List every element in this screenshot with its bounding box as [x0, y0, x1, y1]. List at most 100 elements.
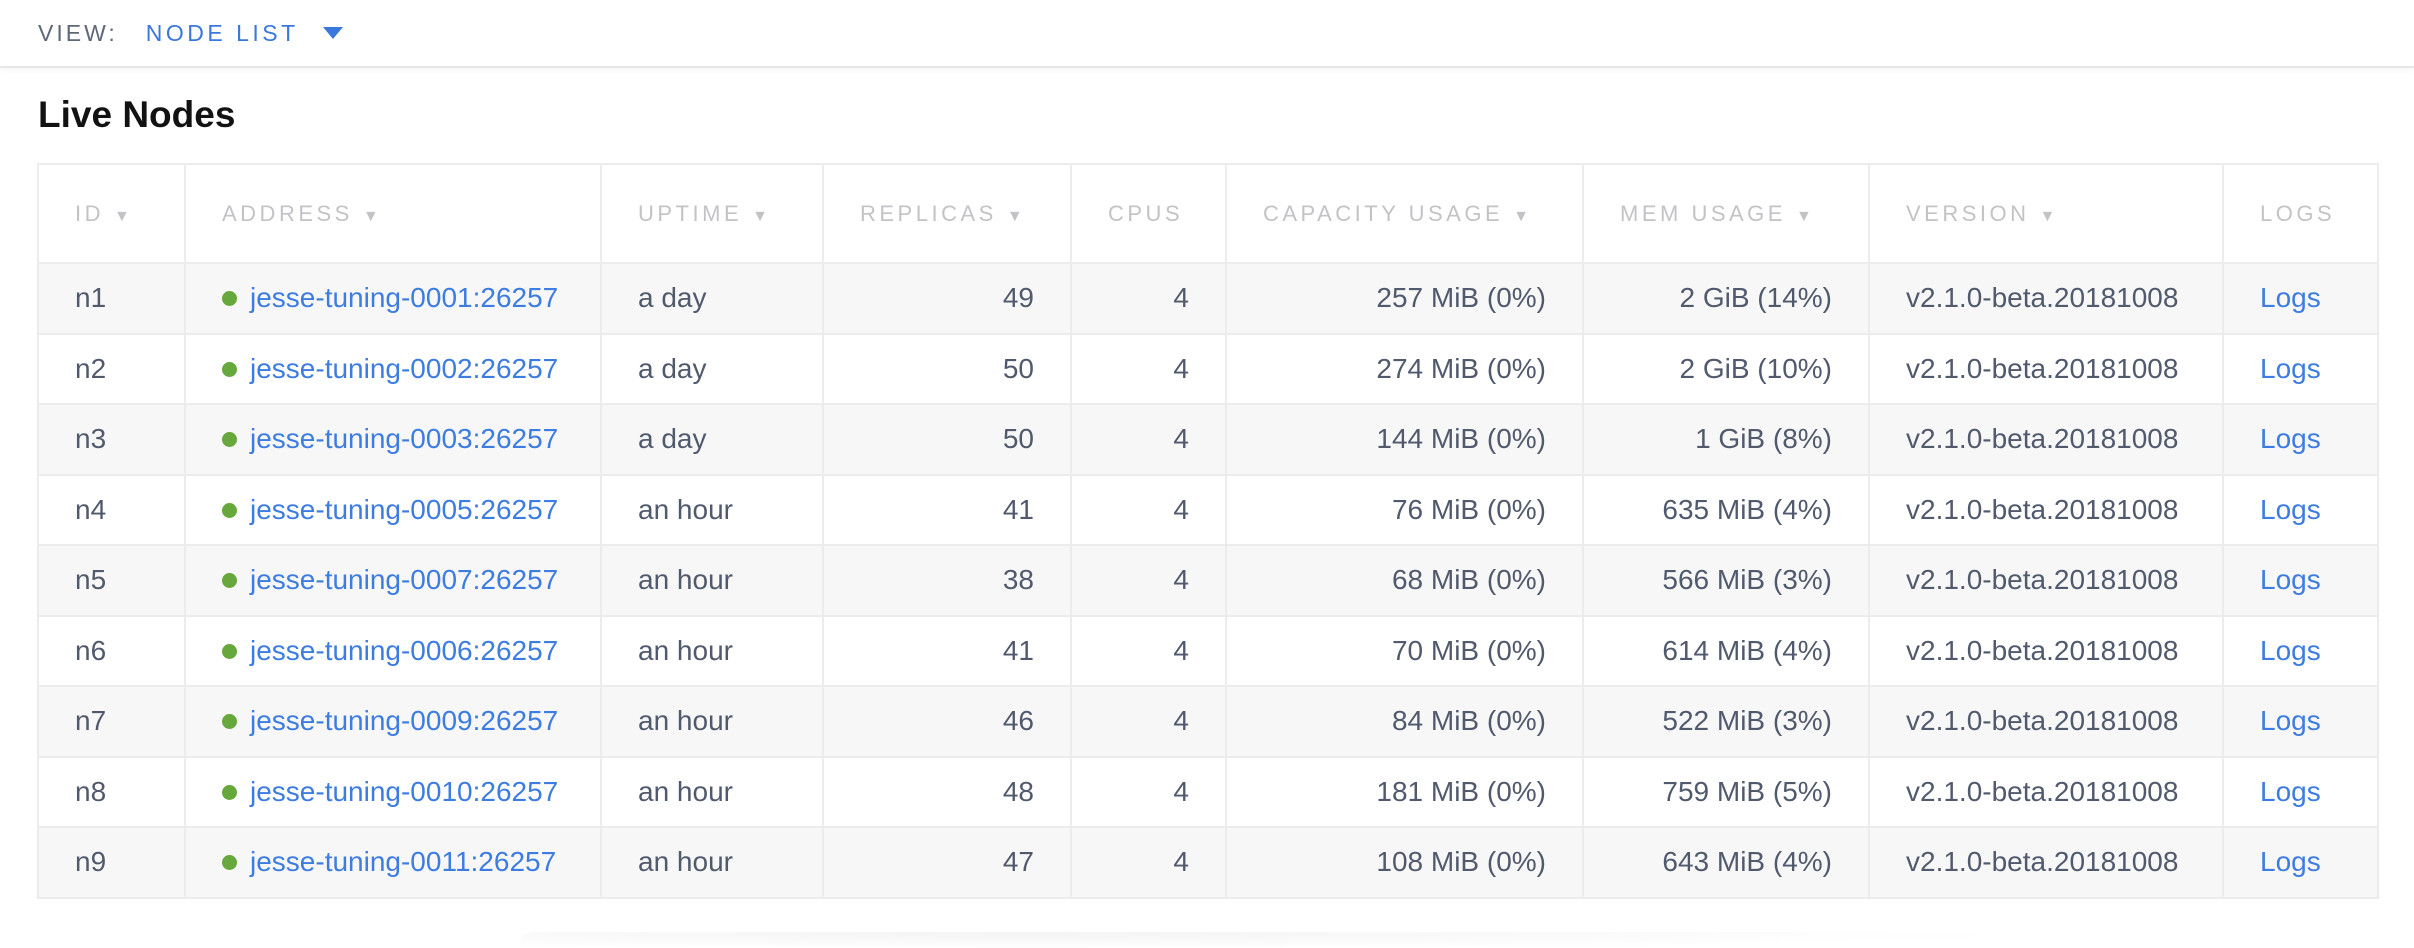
cell-uptime: a day — [601, 404, 823, 475]
cell-capacity_usage: 108 MiB (0%) — [1226, 827, 1583, 898]
cell-uptime: an hour — [601, 545, 823, 616]
view-selector-dropdown[interactable]: NODE LIST — [146, 20, 343, 47]
node-address-link[interactable]: jesse-tuning-0003:26257 — [250, 423, 558, 454]
node-address-link[interactable]: jesse-tuning-0011:26257 — [250, 846, 556, 877]
logs-link[interactable]: Logs — [2260, 705, 2321, 736]
cell-address: jesse-tuning-0001:26257 — [185, 263, 601, 334]
cell-version: v2.1.0-beta.20181008 — [1869, 475, 2223, 546]
node-address-link[interactable]: jesse-tuning-0009:26257 — [250, 705, 558, 736]
cell-capacity_usage: 257 MiB (0%) — [1226, 263, 1583, 334]
cell-cpus: 4 — [1071, 757, 1226, 828]
node-address-link[interactable]: jesse-tuning-0010:26257 — [250, 776, 558, 807]
column-label-replicas: REPLICAS — [860, 201, 997, 226]
logs-link[interactable]: Logs — [2260, 494, 2321, 525]
table-row: n8jesse-tuning-0010:26257an hour484181 M… — [38, 757, 2378, 828]
column-label-uptime: UPTIME — [638, 201, 742, 226]
node-address-link[interactable]: jesse-tuning-0005:26257 — [250, 494, 558, 525]
column-label-capacity_usage: CAPACITY USAGE — [1263, 201, 1503, 226]
node-address-link[interactable]: jesse-tuning-0002:26257 — [250, 353, 558, 384]
logs-link[interactable]: Logs — [2260, 564, 2321, 595]
logs-link[interactable]: Logs — [2260, 423, 2321, 454]
logs-link[interactable]: Logs — [2260, 846, 2321, 877]
cell-logs: Logs — [2223, 686, 2378, 757]
cell-uptime: a day — [601, 263, 823, 334]
page-title: Live Nodes — [38, 94, 2414, 136]
cell-logs: Logs — [2223, 616, 2378, 687]
cell-logs: Logs — [2223, 334, 2378, 405]
column-header-capacity_usage[interactable]: CAPACITY USAGE ▼ — [1226, 164, 1583, 263]
cell-capacity_usage: 144 MiB (0%) — [1226, 404, 1583, 475]
cell-capacity_usage: 76 MiB (0%) — [1226, 475, 1583, 546]
column-header-cpus: CPUS — [1071, 164, 1226, 263]
sort-descending-icon: ▼ — [114, 208, 133, 225]
logs-link[interactable]: Logs — [2260, 353, 2321, 384]
cell-version: v2.1.0-beta.20181008 — [1869, 404, 2223, 475]
healthy-status-icon — [222, 644, 237, 659]
cell-uptime: an hour — [601, 475, 823, 546]
cell-id: n2 — [38, 334, 185, 405]
cell-address: jesse-tuning-0006:26257 — [185, 616, 601, 687]
table-row: n1jesse-tuning-0001:26257a day494257 MiB… — [38, 263, 2378, 334]
table-row: n9jesse-tuning-0011:26257an hour474108 M… — [38, 827, 2378, 898]
healthy-status-icon — [222, 432, 237, 447]
table-row: n7jesse-tuning-0009:26257an hour46484 Mi… — [38, 686, 2378, 757]
cell-address: jesse-tuning-0005:26257 — [185, 475, 601, 546]
cell-mem_usage: 2 GiB (10%) — [1583, 334, 1869, 405]
view-bar: VIEW: NODE LIST — [0, 0, 2414, 68]
cell-cpus: 4 — [1071, 475, 1226, 546]
live-nodes-table: ID▼ADDRESS▼UPTIME▼REPLICAS▼CPUSCAPACITY … — [37, 163, 2379, 899]
cell-version: v2.1.0-beta.20181008 — [1869, 616, 2223, 687]
column-label-version: VERSION — [1906, 201, 2030, 226]
cell-id: n8 — [38, 757, 185, 828]
logs-link[interactable]: Logs — [2260, 635, 2321, 666]
column-header-replicas[interactable]: REPLICAS▼ — [823, 164, 1071, 263]
cell-cpus: 4 — [1071, 263, 1226, 334]
column-header-address[interactable]: ADDRESS▼ — [185, 164, 601, 263]
column-header-id[interactable]: ID ▼ — [38, 164, 185, 263]
node-address-link[interactable]: jesse-tuning-0001:26257 — [250, 282, 558, 313]
column-header-version[interactable]: VERSION ▼ — [1869, 164, 2223, 263]
cell-address: jesse-tuning-0007:26257 — [185, 545, 601, 616]
cell-replicas: 41 — [823, 616, 1071, 687]
cell-mem_usage: 1 GiB (8%) — [1583, 404, 1869, 475]
healthy-status-icon — [222, 291, 237, 306]
healthy-status-icon — [222, 785, 237, 800]
column-label-logs: LOGS — [2260, 201, 2335, 226]
cell-id: n9 — [38, 827, 185, 898]
column-header-logs: LOGS — [2223, 164, 2378, 263]
sort-descending-icon: ▼ — [363, 208, 382, 225]
bottom-edge-shadow — [520, 932, 1980, 948]
cell-uptime: an hour — [601, 686, 823, 757]
cell-logs: Logs — [2223, 545, 2378, 616]
cell-id: n5 — [38, 545, 185, 616]
view-selector-value: NODE LIST — [146, 20, 299, 47]
cell-uptime: an hour — [601, 757, 823, 828]
sort-descending-icon: ▼ — [1513, 208, 1532, 225]
cell-replicas: 41 — [823, 475, 1071, 546]
column-label-mem_usage: MEM USAGE — [1620, 201, 1786, 226]
cell-mem_usage: 635 MiB (4%) — [1583, 475, 1869, 546]
cell-version: v2.1.0-beta.20181008 — [1869, 757, 2223, 828]
node-address-link[interactable]: jesse-tuning-0006:26257 — [250, 635, 558, 666]
sort-descending-icon: ▼ — [1796, 208, 1815, 225]
cell-replicas: 50 — [823, 334, 1071, 405]
cell-mem_usage: 759 MiB (5%) — [1583, 757, 1869, 828]
cell-address: jesse-tuning-0003:26257 — [185, 404, 601, 475]
cell-cpus: 4 — [1071, 404, 1226, 475]
cell-uptime: a day — [601, 334, 823, 405]
column-header-uptime[interactable]: UPTIME▼ — [601, 164, 823, 263]
cell-version: v2.1.0-beta.20181008 — [1869, 827, 2223, 898]
cell-cpus: 4 — [1071, 545, 1226, 616]
node-address-link[interactable]: jesse-tuning-0007:26257 — [250, 564, 558, 595]
cell-id: n4 — [38, 475, 185, 546]
column-label-id: ID — [75, 201, 104, 226]
sort-descending-icon: ▼ — [2040, 208, 2059, 225]
logs-link[interactable]: Logs — [2260, 776, 2321, 807]
cell-replicas: 47 — [823, 827, 1071, 898]
table-row: n2jesse-tuning-0002:26257a day504274 MiB… — [38, 334, 2378, 405]
cell-logs: Logs — [2223, 475, 2378, 546]
cell-address: jesse-tuning-0009:26257 — [185, 686, 601, 757]
column-header-mem_usage[interactable]: MEM USAGE ▼ — [1583, 164, 1869, 263]
logs-link[interactable]: Logs — [2260, 282, 2321, 313]
healthy-status-icon — [222, 362, 237, 377]
